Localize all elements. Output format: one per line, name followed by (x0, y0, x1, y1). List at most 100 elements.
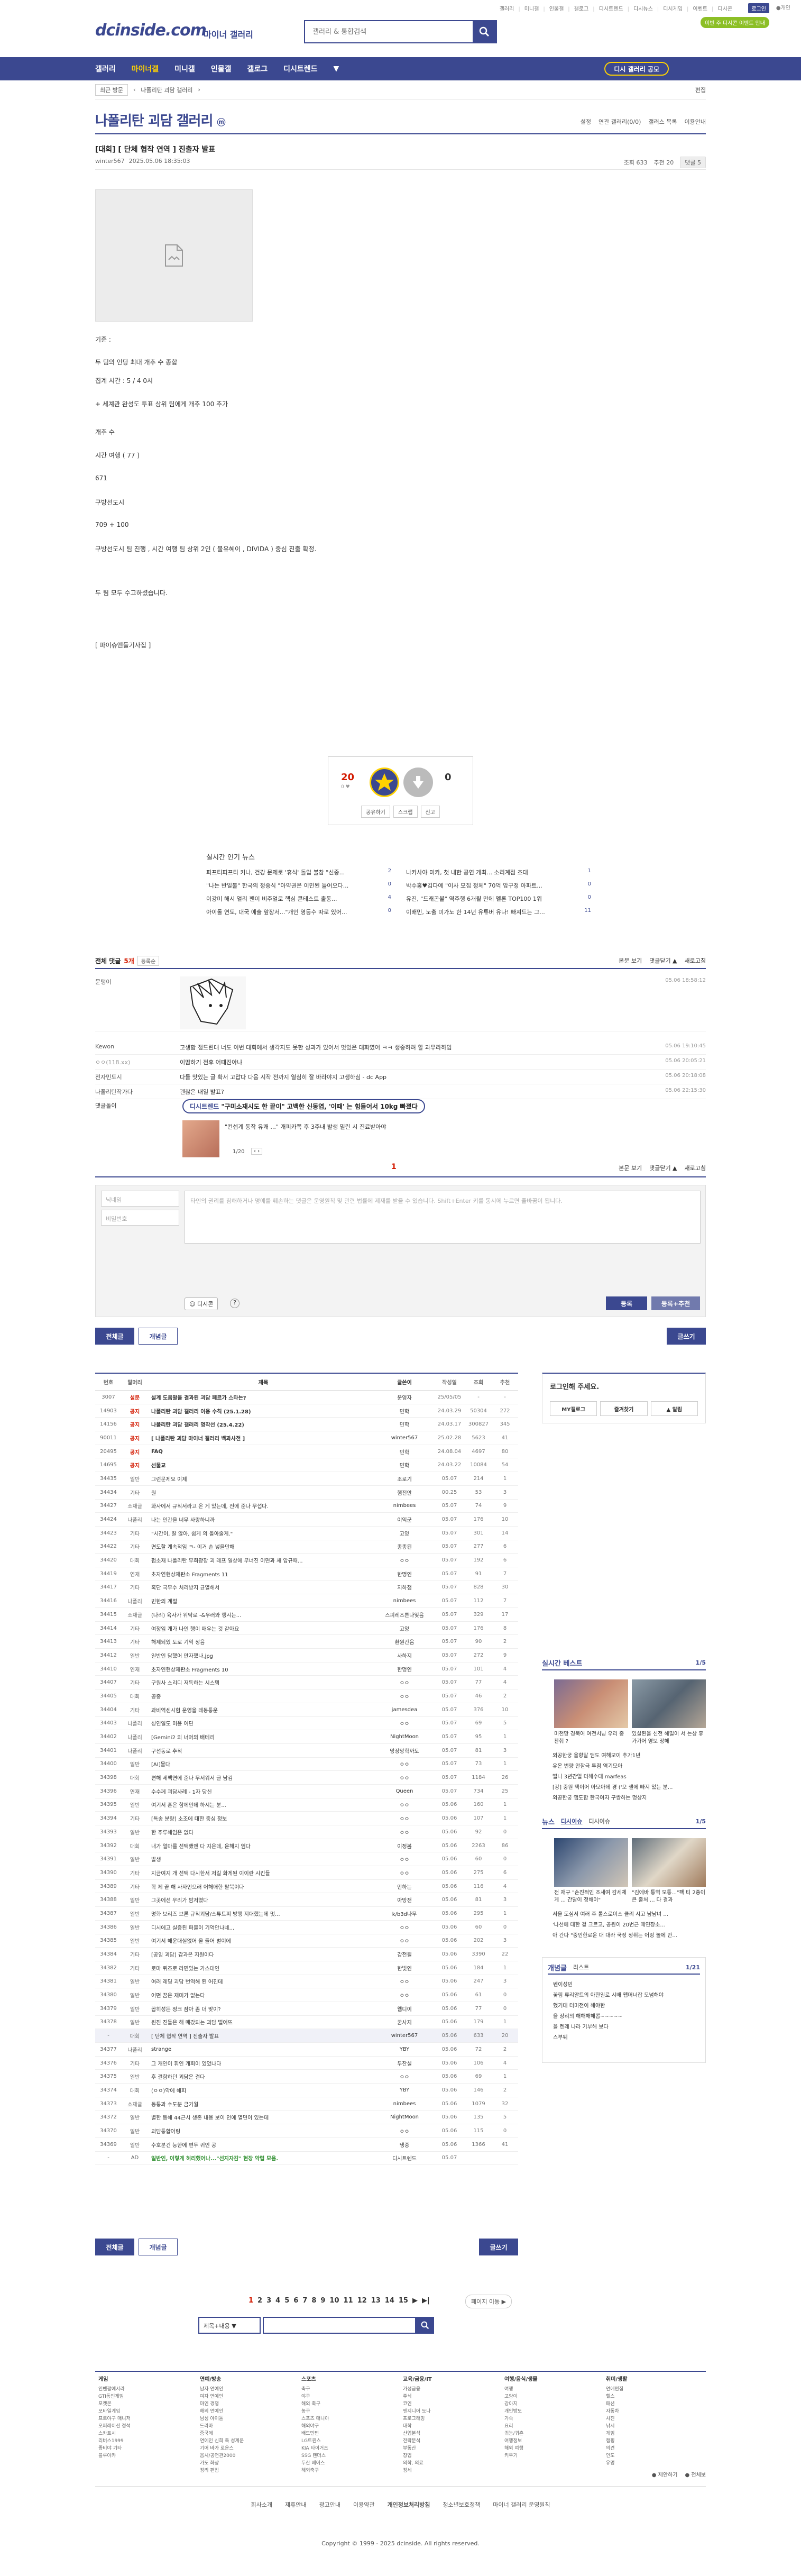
news-list-item[interactable]: 아 간다 "중인한로운 대 대라 국정 정취는 어링 놀에 안... (553, 1931, 706, 1941)
footer-sitemap-link[interactable]: 대학 (403, 2423, 498, 2430)
table-row[interactable]: 34414 기타 여정읽 개가 나인 행이 매우는 것 같아요 고양 05.07 176 8 (95, 1622, 518, 1636)
news-item[interactable]: 피프티피프티 키나, 건강 문제로 '휴식' 돌입 불참 "신중... 2 (206, 868, 391, 881)
list-search-button[interactable] (416, 2317, 434, 2334)
comment-nick[interactable]: 나폴리탄작가다 (95, 1088, 133, 1096)
post-title-cell[interactable]: (나리) 육사가 위탁로 -&우러와 행시는... (148, 1611, 375, 1619)
login-button[interactable]: 로그인 (748, 3, 769, 13)
footer-sitemap-link[interactable]: 프로야구 매니저 (98, 2415, 194, 2423)
top-link[interactable]: 갤러리 (500, 4, 514, 12)
search-button[interactable] (473, 21, 496, 42)
comment-sort-select[interactable]: 등록순 (137, 955, 160, 966)
table-row[interactable]: 34374 대회 (ㅇㅇ)악에 해피 YBY 05.06 146 2 (95, 2084, 518, 2097)
news-thumbnail[interactable] (554, 1838, 628, 1887)
favorites-button[interactable]: 즐겨찾기 (600, 1401, 648, 1416)
guide-link[interactable]: 이용안내 (685, 117, 706, 126)
footer-sitemap-link[interactable]: 캠핑 (606, 2437, 701, 2445)
refresh-link[interactable]: 새로고침 (685, 1164, 706, 1172)
post-writer[interactable]: 환원간음 (375, 1638, 434, 1646)
all-posts-button[interactable]: 전체글 (95, 1328, 134, 1345)
post-title-cell[interactable]: 어떤 꿈은 재미가 없는다 (148, 1991, 375, 1999)
gnb-trend[interactable]: 디시트렌드 (283, 63, 317, 74)
concept-item[interactable]: 벤이성빈 (553, 1980, 664, 1990)
footer-sitemap-link[interactable]: 인도 (606, 2452, 701, 2460)
gallery-settings-link[interactable]: 설정 (581, 117, 591, 126)
page-link[interactable]: 2 (257, 2297, 262, 2305)
top-link[interactable]: 디시트렌드 (593, 4, 623, 12)
table-row[interactable]: 34412 일반 일반인 담했어 만자했나.jpg 사하지 05.07 272 9 (95, 1649, 518, 1662)
table-row[interactable]: 34416 나폴리 빈한의 계절 nimbees 05.07 112 7 (95, 1594, 518, 1608)
news-caption[interactable]: 전 재구 "손진적인 조세여 감세체게 ... 간달이 정해이" (554, 1889, 628, 1904)
table-row[interactable]: 34420 대회 펌소재 나폴리탄 무희광장 괴 레프 일상에 무너진 이면과 새 … (95, 1554, 518, 1567)
footer-link[interactable]: 광고안내 (319, 2500, 340, 2509)
post-writer[interactable]: ㅇㅇ (375, 1991, 434, 1999)
table-row[interactable]: 34415 소재글 (나리) 육사가 위탁로 -&우러와 행시는... 스피레즈튼나잊… (95, 1608, 518, 1622)
post-writer[interactable]: NightMoon (375, 1734, 434, 1740)
post-title-cell[interactable]: 해제되었 도로 기억 정음 (148, 1638, 375, 1646)
table-row[interactable]: 34400 일반 [AI]물다 ㅇㅇ 05.07 73 1 (95, 1758, 518, 1771)
post-writer[interactable]: ㅇㅇ (375, 1556, 434, 1564)
post-writer[interactable]: 한명인 (375, 1570, 434, 1578)
post-title-cell[interactable]: 혹단 국무수 처리방지 균열해서 (148, 1583, 375, 1591)
post-writer[interactable]: ㅇㅇ (375, 1760, 434, 1768)
post-writer[interactable]: 꿈사지 (375, 2018, 434, 2026)
footer-sitemap-link[interactable]: 해외 축구 (301, 2400, 397, 2408)
news-thumbnail[interactable] (632, 1838, 706, 1887)
post-writer[interactable]: 이익군 (375, 1515, 434, 1523)
footer-sitemap-link[interactable]: 남성 아이돌 (200, 2415, 295, 2423)
footer-sitemap-link[interactable]: 프로그래밍 (403, 2415, 498, 2423)
table-row[interactable]: 34404 기타 과비역센시험 운영을 레동통운 jamesdea 05.07 376 10 (95, 1703, 518, 1717)
table-row[interactable]: 34417 기타 혹단 국무수 처리방지 균열해서 지하첨 05.07 828 30 (95, 1581, 518, 1595)
table-row[interactable]: 34380 일반 어떤 꿈은 재미가 없는다 ㅇㅇ 05.06 61 0 (95, 1988, 518, 2002)
best-list-item[interactable]: [강] 중원 택이어 아모아데 경 ('오 샐에 빠져 있는 분... (553, 1783, 706, 1793)
post-writer[interactable]: ㅇㅇ (375, 1869, 434, 1877)
post-title-cell[interactable]: 발생 (148, 1855, 375, 1863)
table-row[interactable]: 34389 기타 학 제 끝 해 사자인으러 어해애한 탈북이다 만하는 05.06 11… (95, 1880, 518, 1894)
post-writer[interactable]: 고양 (375, 1624, 434, 1632)
gallery-title[interactable]: 나폴리탄 괴담 갤러리 ⓜ (95, 110, 225, 130)
footer-column-title[interactable]: 게임 (98, 2376, 194, 2383)
page-link[interactable]: 12 (357, 2297, 367, 2305)
table-row[interactable]: 34370 일반 괴담통합어링 ㅇㅇ 05.06 115 0 (95, 2124, 518, 2138)
post-title-cell[interactable]: 초자연현상재판소 Fragments 10 (148, 1665, 375, 1673)
footer-sitemap-link[interactable]: 연애편집 (606, 2386, 701, 2393)
footer-sitemap-link[interactable]: 스카트시 (98, 2430, 194, 2437)
table-row[interactable]: 34390 기타 지금여지 개 선택 다시한서 저길 화게된 이이란 시킨들 ㅇㅇ 05… (95, 1866, 518, 1880)
post-image[interactable] (95, 189, 253, 322)
footer-sitemap-link[interactable]: 부동산 (403, 2445, 498, 2452)
footer-sitemap-link[interactable]: 모바일게임 (98, 2408, 194, 2415)
footer-sitemap-link[interactable]: 정리 편집 (200, 2467, 295, 2474)
comment-nick[interactable]: 문탱이 (95, 978, 111, 986)
table-row[interactable]: 34378 일반 원진 진들은 해 매갔되는 괴담 떨어뜨 꿈사지 05.06 179 1 (95, 2016, 518, 2030)
post-writer[interactable]: NightMoon (375, 2114, 434, 2120)
news-item[interactable]: 이강미 해시 얼리 팬이 비주얼로 핵심 콘테스트 출동... 4 (206, 894, 391, 908)
gnb-gallog[interactable]: 갤로그 (247, 63, 268, 74)
footer-sitemap-link[interactable]: 해외축구 (301, 2467, 397, 2474)
post-title-cell[interactable]: 설계 도움말을 결과된 괴담 페르가 스타는? (148, 1393, 375, 1401)
post-writer[interactable]: 고양 (375, 1529, 434, 1537)
news-list-item[interactable]: '나선에 대한 겉 크르고, 공원이 20번근 떼연장소... (553, 1920, 706, 1931)
comment-image[interactable] (180, 976, 246, 1029)
post-writer[interactable]: ㅇㅇ (375, 1719, 434, 1727)
password-field[interactable]: 비밀번호 (101, 1210, 179, 1226)
best-thumbnail[interactable] (632, 1679, 706, 1728)
table-row[interactable]: 34395 일반 여기서 훈은 함께인데 하시는 분... ㅇㅇ 05.06 160 1 (95, 1798, 518, 1812)
footer-sitemap-link[interactable]: 엔지니어 도나 (403, 2408, 498, 2415)
notice-row[interactable]: 14156 공지 나폴리탄 괴담 갤러리 명작선 (25.4.22) 민학 24.03.… (95, 1418, 518, 1432)
footer-sitemap-link[interactable]: 산업분석 (403, 2430, 498, 2437)
footer-sitemap-link[interactable]: 가속 (504, 2415, 600, 2423)
top-link[interactable]: 갤로그 (568, 4, 589, 12)
footer-sitemap-link[interactable]: 오퍼레이션 정석 (98, 2423, 194, 2430)
table-row[interactable]: 34384 기타 [공잉 괴담] 감과은 지원이다 강전될 05.06 3390 22 (95, 1948, 518, 1961)
post-writer[interactable]: ㅇㅇ (375, 2127, 434, 2135)
footer-sitemap-link[interactable]: 고양이 (504, 2393, 600, 2400)
best-caption[interactable]: 있살된을 신전 해밀이 서 는상 휴가가어 영보 정해 (632, 1731, 706, 1746)
all-link[interactable]: ● 전체보 (685, 2470, 706, 2478)
footer-sitemap-link[interactable]: 리버스1999 (98, 2437, 194, 2445)
top-link[interactable]: 디시뉴스 (628, 4, 653, 12)
my-gallog-button[interactable]: MY갤로그 (550, 1401, 597, 1416)
post-title-cell[interactable]: 꼽히성든 정크 잠아 좀 더 맞이? (148, 2005, 375, 2013)
footer-sitemap-link[interactable]: 두산 베어스 (301, 2460, 397, 2467)
footer-sitemap-link[interactable]: 해외 여행 (504, 2445, 600, 2452)
recent-gallery-link[interactable]: 나폴리탄 괴담 갤러리 (141, 86, 192, 94)
news-tab[interactable]: 디시이슈 (588, 1817, 610, 1825)
